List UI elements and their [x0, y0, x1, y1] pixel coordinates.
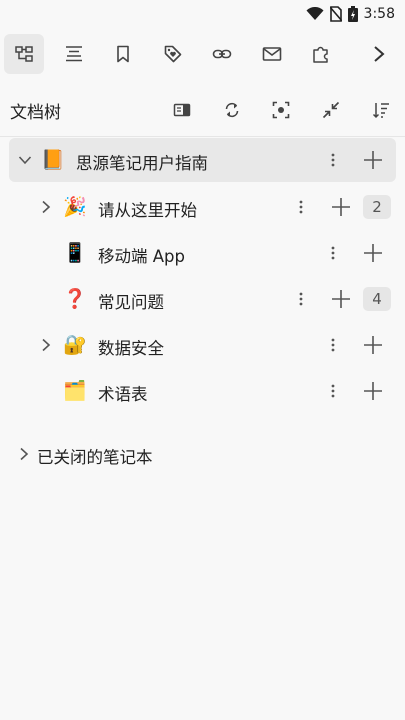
chevron-right-icon: [42, 338, 51, 352]
lock-with-pen-icon: 🔐: [63, 334, 87, 356]
more-vertical-icon: [331, 338, 335, 352]
doc-row[interactable]: ❓ 常见问题 4: [9, 277, 396, 321]
wifi-icon: [306, 7, 324, 20]
header-divider: [0, 136, 405, 137]
more-vertical-icon: [331, 246, 335, 260]
no-sim-icon: [329, 6, 342, 22]
chevron-right-icon: [20, 447, 29, 461]
notebook-row[interactable]: 📙 思源笔记用户指南: [9, 138, 396, 182]
closed-notebooks-row[interactable]: 已关闭的笔记本: [0, 432, 405, 476]
plus-icon: [364, 151, 382, 169]
doc-label: 请从这里开始: [98, 201, 197, 220]
plugin-icon: [313, 46, 328, 63]
doc-add-button[interactable]: [361, 379, 385, 403]
file-tree-button[interactable]: [4, 34, 44, 74]
doc-row[interactable]: 🔐 数据安全: [9, 323, 396, 367]
doc-add-button[interactable]: [361, 241, 385, 265]
refresh-icon: [225, 102, 239, 118]
doc-row[interactable]: 🎉 请从这里开始 2: [9, 185, 396, 229]
doc-toggle[interactable]: [38, 337, 54, 353]
doc-more-button[interactable]: [294, 288, 308, 310]
file-tree-header: 文档树: [0, 88, 405, 132]
plus-icon: [364, 382, 382, 400]
sort-icon: [372, 103, 389, 119]
doc-label: 术语表: [98, 385, 148, 404]
more-vertical-icon: [331, 384, 335, 398]
link-icon: [212, 49, 232, 59]
status-bar: 3:58: [0, 0, 405, 28]
bookmark-icon: [117, 45, 129, 63]
more-vertical-icon: [299, 292, 303, 306]
doc-count-badge: 2: [363, 195, 391, 219]
doc-more-button[interactable]: [326, 334, 340, 356]
more-vertical-icon: [331, 153, 335, 167]
doc-label: 移动端 App: [98, 247, 185, 266]
chevron-right-icon: [42, 200, 51, 214]
locate-doc-button[interactable]: [266, 95, 296, 125]
collapse-icon: [322, 101, 340, 119]
doc-toggle[interactable]: [38, 199, 54, 215]
file-tree-icon: [15, 46, 33, 62]
notebook-add-button[interactable]: [361, 148, 385, 172]
notebook-toggle[interactable]: [17, 152, 33, 168]
notebook-label: 思源笔记用户指南: [76, 154, 208, 173]
doc-label: 常见问题: [98, 293, 164, 312]
question-mark-icon: ❓: [63, 288, 87, 310]
doc-add-button[interactable]: [361, 333, 385, 357]
closed-notebooks-label: 已关闭的笔记本: [37, 448, 153, 467]
clock: 3:58: [363, 6, 395, 22]
backlink-button[interactable]: [202, 34, 242, 74]
focus-sidebar-icon: [173, 103, 191, 117]
section-title: 文档树: [10, 102, 61, 123]
dock-toolbar: [0, 32, 405, 76]
doc-add-button[interactable]: [329, 287, 353, 311]
plus-icon: [364, 244, 382, 262]
battery-icon: [347, 6, 358, 22]
toolbar-more-button[interactable]: [359, 34, 399, 74]
doc-row[interactable]: 🗂️ 术语表: [9, 369, 396, 413]
doc-row[interactable]: 📱 移动端 App: [9, 231, 396, 275]
tag-icon: [164, 45, 181, 63]
sort-button[interactable]: [366, 95, 396, 125]
plugin-button[interactable]: [301, 34, 341, 74]
doc-more-button[interactable]: [326, 380, 340, 402]
bookmark-button[interactable]: [103, 34, 143, 74]
outline-icon: [65, 46, 82, 62]
inbox-button[interactable]: [252, 34, 292, 74]
doc-more-button[interactable]: [294, 196, 308, 218]
notebook-more-button[interactable]: [326, 149, 340, 171]
collapse-all-button[interactable]: [316, 95, 346, 125]
outline-button[interactable]: [54, 34, 94, 74]
inbox-icon: [262, 47, 281, 61]
doc-more-button[interactable]: [326, 242, 340, 264]
doc-count-badge: 4: [363, 287, 391, 311]
refresh-button[interactable]: [217, 95, 247, 125]
chevron-down-icon: [18, 156, 32, 165]
closed-notebooks-toggle[interactable]: [16, 446, 32, 462]
focus-sidebar-button[interactable]: [167, 95, 197, 125]
plus-icon: [332, 198, 350, 216]
chevron-right-icon: [374, 46, 385, 62]
mobile-phone-icon: 📱: [63, 242, 87, 264]
card-dividers-icon: 🗂️: [63, 380, 87, 402]
notebook-emoji-icon: 📙: [41, 149, 65, 171]
plus-icon: [332, 290, 350, 308]
doc-add-button[interactable]: [329, 195, 353, 219]
plus-icon: [364, 336, 382, 354]
tag-button[interactable]: [153, 34, 193, 74]
locate-icon: [272, 101, 290, 119]
party-popper-icon: 🎉: [63, 196, 87, 218]
more-vertical-icon: [299, 200, 303, 214]
doc-label: 数据安全: [98, 339, 164, 358]
